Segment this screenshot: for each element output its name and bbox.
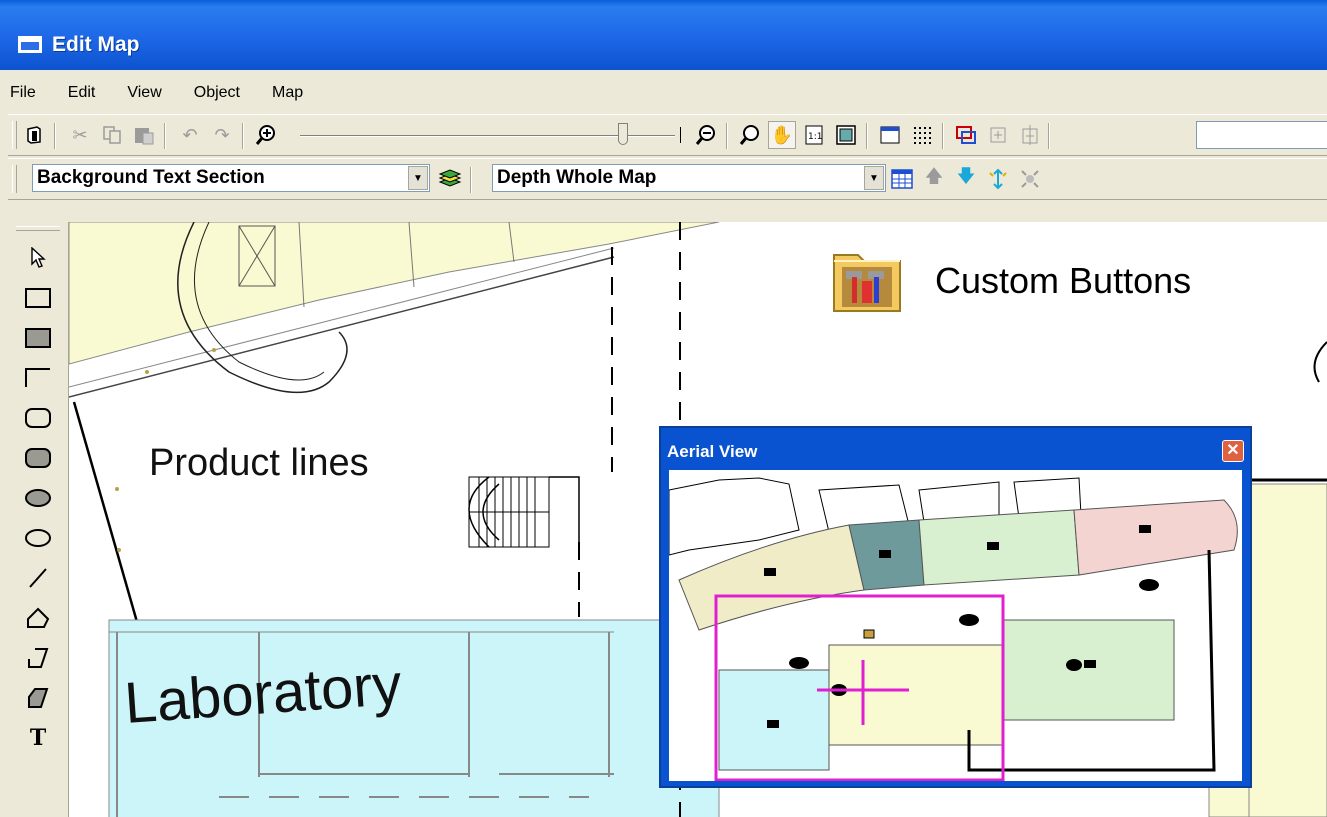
window-icon	[18, 36, 42, 53]
pan-hand-icon[interactable]: ✋	[768, 121, 796, 149]
label-product-lines[interactable]: Product lines	[149, 442, 369, 485]
filled-polygon-icon[interactable]	[18, 680, 58, 716]
depth-select[interactable]: Depth Whole Map ▼	[492, 164, 886, 192]
depth-select-value: Depth Whole Map	[497, 167, 657, 188]
text-tool-icon[interactable]: T	[18, 720, 58, 756]
aerial-view-window[interactable]: Aerial View ✕	[659, 426, 1252, 788]
stairs-drawing	[468, 476, 580, 548]
polygon-icon[interactable]	[18, 600, 58, 636]
section-select-value: Background Text Section	[37, 167, 265, 188]
fit-page-icon[interactable]	[832, 121, 860, 149]
redo-icon[interactable]: ↷	[208, 121, 236, 149]
drawing-toolbar: T	[8, 222, 69, 817]
menu-map[interactable]: Map	[270, 84, 305, 102]
filled-rectangle-icon[interactable]	[18, 320, 58, 356]
aerial-view-title: Aerial View	[667, 442, 758, 461]
group-icon[interactable]	[984, 121, 1012, 149]
menu-edit[interactable]: Edit	[66, 84, 98, 102]
grid-icon[interactable]	[908, 121, 936, 149]
layers-icon[interactable]	[436, 165, 464, 193]
paste-icon[interactable]	[130, 121, 158, 149]
zoom-slider[interactable]	[290, 123, 685, 149]
chevron-down-icon[interactable]: ▼	[864, 166, 884, 190]
table-icon[interactable]	[888, 165, 916, 193]
chevron-down-icon[interactable]: ▼	[408, 166, 428, 190]
label-custom-buttons[interactable]: Custom Buttons	[935, 260, 1191, 302]
toolbar-text-field[interactable]	[1196, 121, 1327, 149]
title-bar: Edit Map	[0, 0, 1327, 70]
filled-rounded-rectangle-icon[interactable]	[18, 440, 58, 476]
filled-ellipse-icon[interactable]	[18, 480, 58, 516]
actual-size-icon[interactable]: 1:1	[800, 121, 828, 149]
layer-toolbar: Background Text Section ▼ Depth Whole Ma…	[8, 158, 1327, 200]
main-toolbar: ✂ ↶ ↷ ✋ 1:1	[8, 114, 1327, 156]
svg-text:1:1: 1:1	[808, 132, 822, 142]
rounded-rectangle-icon[interactable]	[18, 400, 58, 436]
properties-icon[interactable]	[20, 121, 48, 149]
copy-icon[interactable]	[98, 121, 126, 149]
aerial-view-minimap[interactable]	[669, 470, 1242, 781]
toolbar-grip[interactable]	[12, 121, 17, 149]
window-title: Edit Map	[52, 33, 140, 56]
zoom-window-icon[interactable]	[736, 121, 764, 149]
overlap-icon[interactable]	[952, 121, 980, 149]
rectangle-icon[interactable]	[18, 280, 58, 316]
menu-file[interactable]: File	[8, 84, 38, 102]
window-view-icon[interactable]	[876, 121, 904, 149]
zoom-slider-thumb[interactable]	[618, 123, 628, 145]
section-select[interactable]: Background Text Section ▼	[32, 164, 430, 192]
open-rectangle-icon[interactable]	[18, 360, 58, 396]
expand-icon[interactable]	[984, 165, 1012, 193]
custom-buttons-folder-icon[interactable]	[832, 247, 924, 313]
zoom-in-icon[interactable]	[252, 121, 280, 149]
menu-view[interactable]: View	[125, 84, 163, 102]
move-down-icon[interactable]: 🡇	[952, 165, 980, 193]
collapse-icon[interactable]	[1016, 165, 1044, 193]
toolbar-grip[interactable]	[12, 165, 17, 193]
menu-object[interactable]: Object	[192, 84, 242, 102]
close-icon[interactable]: ✕	[1222, 440, 1244, 462]
toolbar-grip[interactable]	[16, 226, 60, 231]
line-icon[interactable]	[18, 560, 58, 596]
polyline-icon[interactable]	[18, 640, 58, 676]
menu-bar: File Edit View Object Map	[8, 76, 333, 110]
ungroup-icon[interactable]	[1016, 121, 1044, 149]
cut-icon[interactable]: ✂	[66, 121, 94, 149]
undo-icon[interactable]: ↶	[176, 121, 204, 149]
move-up-icon[interactable]: 🡅	[920, 165, 948, 193]
ellipse-icon[interactable]	[18, 520, 58, 556]
select-arrow-icon[interactable]	[18, 240, 58, 276]
zoom-out-icon[interactable]	[692, 121, 720, 149]
minimap-drawing	[669, 470, 1242, 781]
